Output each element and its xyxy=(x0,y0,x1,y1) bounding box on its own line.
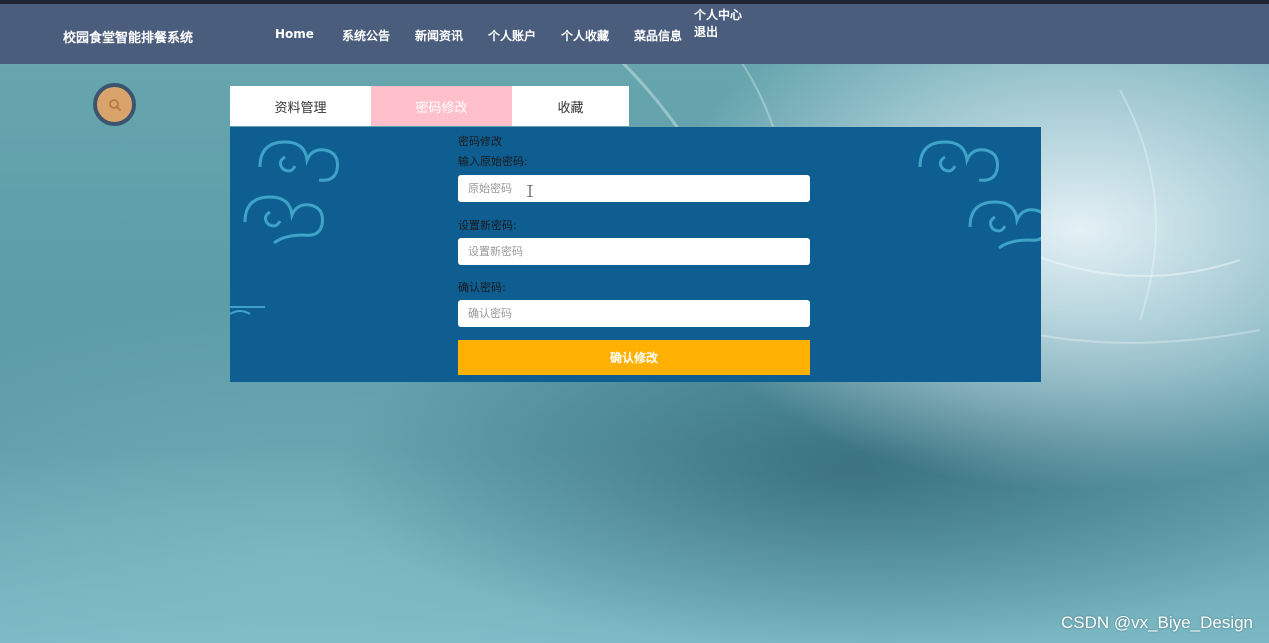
cloud-ornament-left xyxy=(243,140,339,245)
nav-logout[interactable]: 退出 xyxy=(694,24,742,41)
top-navbar: 校园食堂智能排餐系统 Home 系统公告 新闻资讯 个人账户 个人收藏 菜品信息… xyxy=(0,4,1269,64)
brand-title: 校园食堂智能排餐系统 xyxy=(63,31,194,46)
confirm-password-label: 确认密码: xyxy=(458,281,506,294)
nav-announcements[interactable]: 系统公告 xyxy=(342,27,390,44)
nav-news[interactable]: 新闻资讯 xyxy=(415,27,463,44)
confirm-change-button[interactable]: 确认修改 xyxy=(458,340,810,375)
search-icon xyxy=(108,98,121,111)
new-password-label: 设置新密码: xyxy=(458,219,517,232)
search-button[interactable] xyxy=(93,83,136,126)
wave-ornament xyxy=(230,306,265,315)
tab-profile[interactable]: 资料管理 xyxy=(230,86,371,126)
password-panel: 密码修改 输入原始密码: 设置新密码: 确认密码: 确认修改 xyxy=(230,127,1041,382)
watermark: CSDN @vx_Biye_Design xyxy=(1060,613,1253,632)
old-password-label: 输入原始密码: xyxy=(458,155,528,168)
nav-account[interactable]: 个人账户 xyxy=(488,27,536,44)
text-cursor-icon xyxy=(527,185,533,197)
nav-user-menu: 个人中心 退出 xyxy=(694,7,742,41)
nav-user-center[interactable]: 个人中心 xyxy=(694,7,742,24)
nav-favorites[interactable]: 个人收藏 xyxy=(561,27,609,44)
confirm-password-field[interactable] xyxy=(458,300,810,327)
old-password-field[interactable] xyxy=(458,175,810,202)
cloud-ornament-right xyxy=(918,140,1041,250)
form-title: 密码修改 xyxy=(458,135,502,148)
tab-favorites[interactable]: 收藏 xyxy=(512,86,629,126)
tab-password[interactable]: 密码修改 xyxy=(371,86,512,126)
nav-dishes[interactable]: 菜品信息 xyxy=(634,27,682,44)
new-password-field[interactable] xyxy=(458,238,810,265)
nav-home[interactable]: Home xyxy=(275,27,314,41)
